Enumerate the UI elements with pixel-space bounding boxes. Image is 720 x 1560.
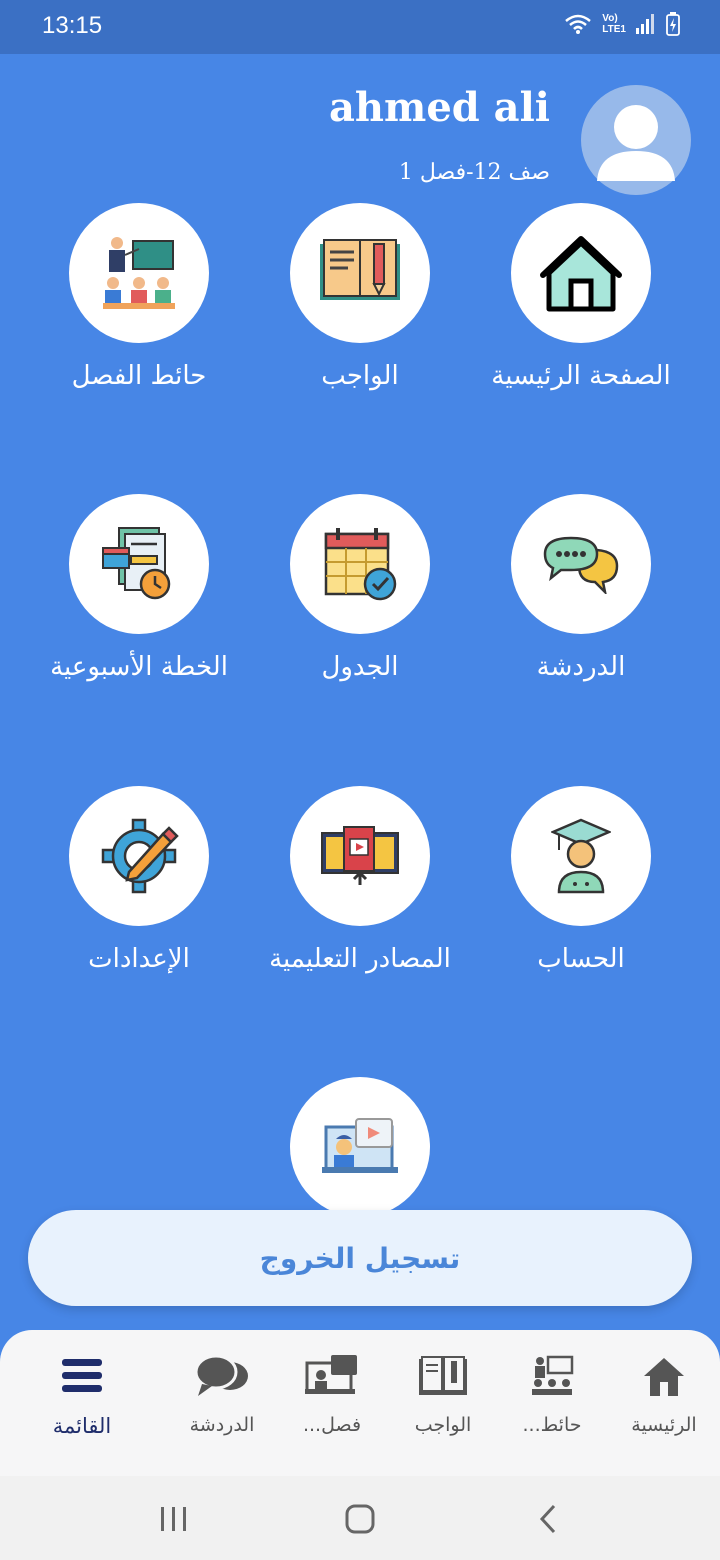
tile-home-label: الصفحة الرئيسية bbox=[491, 361, 671, 391]
tile-weekly-plan[interactable]: الخطة الأسبوعية bbox=[19, 494, 259, 682]
avatar[interactable] bbox=[581, 85, 691, 195]
tile-class-wall-label: حائط الفصل bbox=[71, 361, 207, 391]
tile-schedule[interactable]: الجدول bbox=[240, 494, 480, 682]
status-time: 13:15 bbox=[42, 12, 103, 39]
nav-menu-label: القائمة bbox=[52, 1414, 112, 1438]
nav-home-label: الرئيسية bbox=[631, 1414, 697, 1436]
learning-resources-icon bbox=[321, 826, 399, 885]
tile-weekly-plan-circle bbox=[69, 494, 209, 634]
tile-video-class-circle bbox=[290, 1077, 430, 1217]
nav-menu[interactable]: القائمة bbox=[27, 1350, 137, 1438]
settings-gear-icon bbox=[101, 818, 179, 894]
tile-home[interactable]: الصفحة الرئيسية bbox=[461, 203, 701, 391]
tile-schedule-label: الجدول bbox=[321, 652, 399, 682]
weekly-plan-icon bbox=[102, 527, 171, 600]
classroom-icon bbox=[532, 1355, 574, 1395]
tile-settings-circle bbox=[69, 786, 209, 926]
nav-video-class-label: فصل... bbox=[302, 1414, 362, 1436]
tile-class-wall[interactable]: حائط الفصل bbox=[19, 203, 259, 391]
house-icon bbox=[540, 236, 622, 312]
tile-chat[interactable]: الدردشة bbox=[461, 494, 701, 682]
tile-learning-resources-circle bbox=[290, 786, 430, 926]
tile-class-wall-circle bbox=[69, 203, 209, 343]
user-avatar-icon bbox=[597, 105, 675, 181]
nav-home[interactable]: الرئيسية bbox=[609, 1350, 719, 1436]
book-icon bbox=[419, 1356, 467, 1395]
user-class-info: صف 12-فصل 1 bbox=[398, 160, 550, 185]
nav-video-class[interactable]: فصل... bbox=[277, 1350, 387, 1436]
nav-homework[interactable]: الواجب bbox=[388, 1350, 498, 1436]
tile-homework-label: الواجب bbox=[321, 361, 399, 391]
logout-label: تسجيل الخروج bbox=[259, 1241, 461, 1275]
nav-class-wall-label: حائط... bbox=[522, 1414, 582, 1436]
home-icon bbox=[644, 1358, 684, 1396]
nav-homework-label: الواجب bbox=[414, 1414, 472, 1436]
signal-icon bbox=[636, 14, 654, 34]
status-icons: Vo) LTE1 bbox=[564, 12, 680, 36]
tile-account[interactable]: الحساب bbox=[461, 786, 701, 974]
graduate-icon bbox=[551, 818, 611, 894]
back-icon[interactable] bbox=[538, 1504, 558, 1534]
tile-homework[interactable]: الواجب bbox=[240, 203, 480, 391]
tile-learning-resources-label: المصادر التعليمية bbox=[269, 944, 451, 974]
homework-book-icon bbox=[320, 239, 400, 300]
network-type: Vo) LTE1 bbox=[602, 13, 626, 35]
video-class-icon bbox=[322, 1118, 398, 1173]
logout-button[interactable]: تسجيل الخروج bbox=[28, 1210, 692, 1306]
tile-chat-circle bbox=[511, 494, 651, 634]
tile-account-label: الحساب bbox=[537, 944, 625, 974]
video-class-icon bbox=[305, 1355, 357, 1394]
tile-schedule-circle bbox=[290, 494, 430, 634]
chat-bubbles-icon bbox=[543, 536, 619, 594]
tile-settings-label: الإعدادات bbox=[88, 944, 190, 974]
tile-weekly-plan-label: الخطة الأسبوعية bbox=[50, 652, 228, 682]
wifi-icon bbox=[565, 14, 592, 34]
bottom-navigation: الرئيسية حائط... الواجب فصل... الدردشة ا… bbox=[0, 1330, 720, 1476]
nav-chat-label: الدردشة bbox=[189, 1414, 255, 1436]
tile-settings[interactable]: الإعدادات bbox=[19, 786, 259, 974]
user-name: ahmed ali bbox=[329, 84, 550, 131]
tile-chat-label: الدردشة bbox=[536, 652, 626, 682]
battery-icon bbox=[666, 12, 680, 36]
tile-homework-circle bbox=[290, 203, 430, 343]
home-button-icon[interactable] bbox=[345, 1504, 375, 1534]
chat-icon bbox=[194, 1354, 248, 1396]
nav-class-wall[interactable]: حائط... bbox=[497, 1350, 607, 1436]
classroom-icon bbox=[103, 237, 175, 309]
tile-home-circle bbox=[511, 203, 651, 343]
menu-icon bbox=[62, 1359, 102, 1392]
system-navigation-bar bbox=[0, 1476, 720, 1560]
tile-account-circle bbox=[511, 786, 651, 926]
tile-learning-resources[interactable]: المصادر التعليمية bbox=[240, 786, 480, 974]
recent-apps-icon[interactable] bbox=[160, 1506, 188, 1532]
status-bar: 13:15 Vo) LTE1 bbox=[0, 0, 720, 54]
calendar-icon bbox=[324, 528, 397, 601]
nav-chat[interactable]: الدردشة bbox=[167, 1350, 277, 1436]
